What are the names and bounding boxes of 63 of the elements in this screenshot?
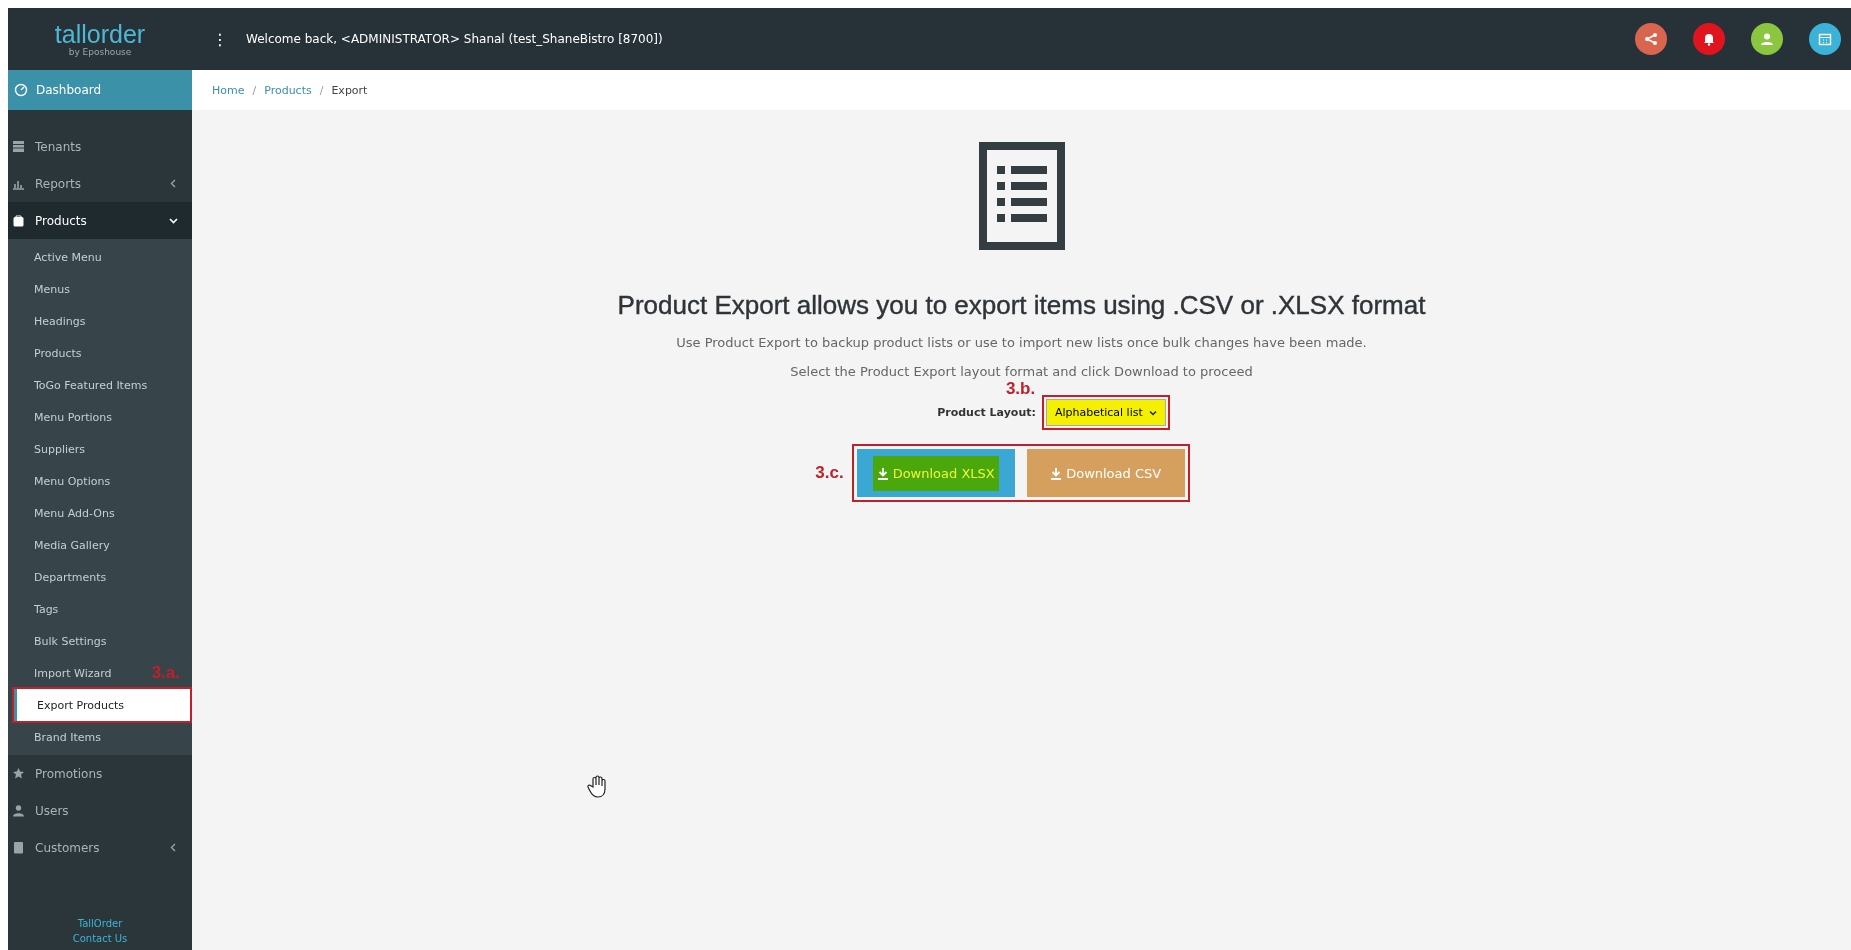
breadcrumb-link[interactable]: Home (212, 83, 245, 97)
calendar-button[interactable] (1809, 23, 1841, 55)
sidebar-item[interactable]: Users (8, 792, 192, 829)
sidebar-subitem[interactable]: Bulk Settings (8, 625, 107, 657)
table-icon (12, 140, 25, 153)
sidebar-subitem[interactable]: Menu Add-Ons (8, 497, 115, 529)
sidebar-subitem[interactable]: Tags (8, 593, 59, 625)
sidebar-subitem[interactable]: Menu Portions (8, 401, 112, 433)
sidebar-subitem[interactable]: Suppliers (8, 433, 86, 465)
logo-tagline: by Eposhouse (68, 46, 132, 57)
breadcrumb-separator: / (252, 83, 257, 97)
star-icon (12, 767, 25, 780)
breadcrumb-separator: / (319, 83, 324, 97)
sidebar-subitem[interactable]: Headings (8, 305, 86, 337)
download-icon (876, 466, 889, 480)
gauge-icon (14, 83, 28, 97)
sidebar-item[interactable]: Reports (8, 165, 192, 202)
share-button[interactable] (1635, 23, 1667, 55)
hand-cursor-icon (587, 775, 609, 799)
chevron-left-icon (169, 842, 178, 852)
breadcrumb-link[interactable]: Products (264, 83, 312, 97)
sidebar-subitem[interactable]: Active Menu (8, 241, 102, 273)
dashboard-link[interactable]: Dashboard (8, 70, 192, 110)
annotation-label: 3.b. (1005, 379, 1036, 399)
footer-link[interactable]: Contact Us (72, 933, 128, 944)
product-layout-label: Product Layout: (937, 406, 1036, 419)
sidebar-subitem[interactable]: Brand Items (8, 721, 102, 753)
book-icon (12, 841, 25, 854)
notification-button[interactable] (1693, 23, 1725, 55)
sidebar-item[interactable]: Tenants (8, 128, 192, 165)
menu-toggle[interactable]: ⋮ (212, 29, 228, 49)
description-text: Select the Product Export layout format and click Download to proceed (790, 364, 1253, 379)
footer-link[interactable]: TallOrder (77, 918, 123, 929)
annotation-label: 3.a. (151, 663, 180, 683)
description-text: Use Product Export to backup product lists or use to import new lists once bulk changes have been made. (676, 335, 1367, 350)
user-icon (1760, 32, 1774, 46)
sidebar-item[interactable]: Customers (8, 829, 192, 866)
sidebar-subitem[interactable]: Export Products (14, 689, 190, 721)
user-icon (12, 804, 25, 817)
bag-icon (12, 214, 25, 227)
share-icon (1644, 32, 1658, 46)
document-list-icon (978, 142, 1065, 250)
sidebar-subitem[interactable]: Products (8, 337, 82, 369)
download-icon (1050, 466, 1063, 480)
breadcrumb-current: Export (331, 83, 368, 97)
user-button[interactable] (1751, 23, 1783, 55)
chevron-left-icon (169, 178, 178, 188)
sidebar-subitem[interactable]: Import Wizard (8, 657, 112, 689)
sidebar-subitem[interactable]: Departments (8, 561, 107, 593)
chevron-down-icon (1148, 408, 1157, 417)
sidebar-item[interactable]: Promotions (8, 755, 192, 792)
chevron-down-icon (169, 215, 178, 225)
bell-icon (1702, 32, 1716, 46)
sidebar-subitem[interactable]: Menus (8, 273, 70, 305)
page-heading: Product Export allows you to export items using .CSV or .XLSX format (617, 290, 1426, 321)
annotation-label: 3.c. (815, 463, 844, 483)
sidebar-subitem[interactable]: Menu Options (8, 465, 111, 497)
sidebar-item[interactable]: Products (8, 202, 192, 239)
sidebar-subitem[interactable]: ToGo Featured Items (8, 369, 148, 401)
logo: tallorder (54, 21, 146, 47)
welcome-text: Welcome back, <ADMINISTRATOR> Shanal (test_ShaneBistro [8700]) (246, 32, 663, 46)
calendar-icon (1818, 32, 1832, 46)
sidebar-subitem[interactable]: Media Gallery (8, 529, 110, 561)
